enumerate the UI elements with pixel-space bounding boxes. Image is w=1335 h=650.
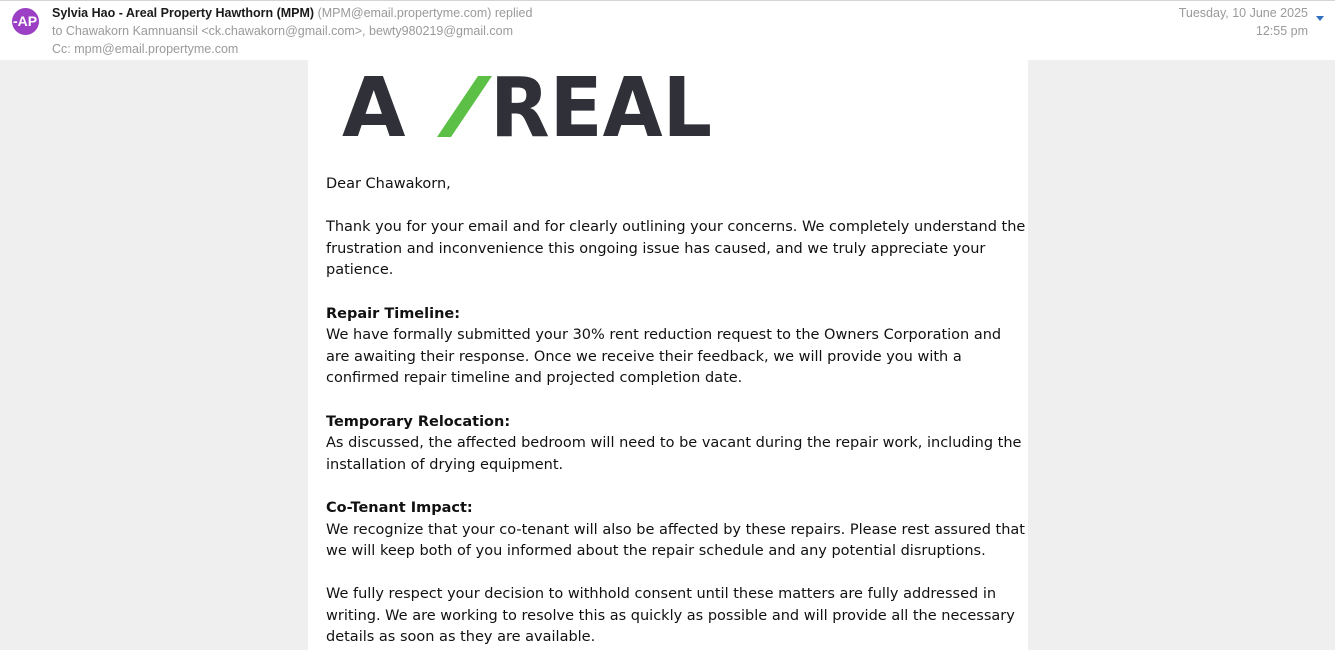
section-heading: Temporary Relocation:: [326, 413, 511, 430]
email-content: A REAL Dear Chawakorn, Thank you for you…: [308, 60, 1028, 650]
section-text: As discussed, the affected bedroom will …: [326, 435, 1022, 473]
message-date: Tuesday, 10 June 2025: [1178, 6, 1308, 20]
email-body: Dear Chawakorn, Thank you for your email…: [326, 174, 1026, 650]
section-heading: Repair Timeline:: [326, 305, 461, 322]
sender-row: Sylvia Hao - Areal Property Hawthorn (MP…: [52, 4, 532, 22]
section-text: We recognize that your co-tenant will al…: [326, 521, 1025, 560]
logo-slash: [437, 76, 492, 137]
sender-avatar[interactable]: -AP: [12, 8, 39, 35]
section-temporary-relocation: Temporary Relocation: As discussed, the …: [326, 412, 1026, 477]
cc-line: Cc: mpm@email.propertyme.com: [52, 42, 239, 56]
areal-logo: A REAL: [342, 74, 712, 140]
message-action: replied: [494, 6, 533, 20]
sender-email: (MPM@email.propertyme.com): [317, 6, 492, 20]
section-text: We have formally submitted your 30% rent…: [326, 327, 1002, 387]
message-meta: Sylvia Hao - Areal Property Hawthorn (MP…: [52, 4, 532, 58]
logo-letters-real: REAL: [490, 74, 712, 140]
avatar-initials: -AP: [13, 13, 38, 29]
sender-name[interactable]: Sylvia Hao - Areal Property Hawthorn (MP…: [52, 6, 314, 20]
section-heading: Co-Tenant Impact:: [326, 499, 473, 516]
message-timestamp: Tuesday, 10 June 2025 12:55 pm: [1179, 4, 1308, 40]
intro-paragraph: Thank you for your email and for clearly…: [326, 219, 1026, 279]
message-time: 12:55 pm: [1255, 24, 1308, 38]
message-header: -AP Sylvia Hao - Areal Property Hawthorn…: [0, 1, 1335, 60]
recipients-line: to Chawakorn Kamnuansil <ck.chawakorn@gm…: [52, 24, 514, 38]
greeting: Dear Chawakorn,: [326, 176, 451, 192]
closing-paragraph: We fully respect your decision to withho…: [326, 586, 1015, 646]
chevron-down-icon[interactable]: [1316, 16, 1324, 21]
section-co-tenant-impact: Co-Tenant Impact: We recognize that your…: [326, 498, 1026, 563]
section-repair-timeline: Repair Timeline: We have formally submit…: [326, 304, 1026, 390]
logo-letter-a: A: [342, 74, 406, 140]
